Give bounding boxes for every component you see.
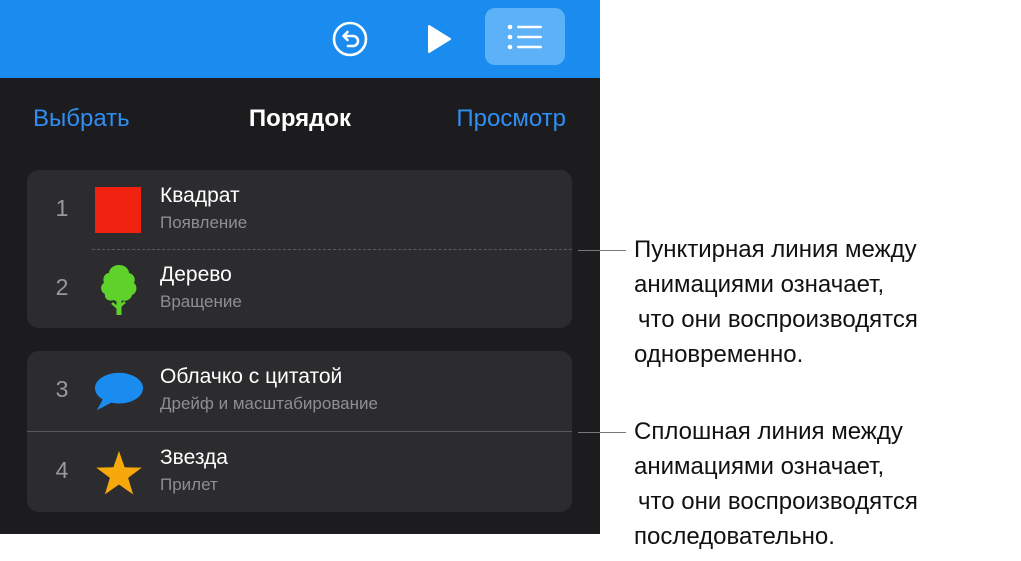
callout-line: что они воспроизводятся: [638, 306, 918, 333]
speech-bubble-icon: [94, 367, 144, 417]
callout-dashed-explanation: Пунктирная линия между анимациями означа…: [634, 232, 918, 372]
animation-row[interactable]: 4 Звезда Прилет: [27, 432, 572, 512]
animation-row[interactable]: 1 Квадрат Появление: [27, 170, 572, 250]
animation-effect: Вращение: [160, 292, 242, 311]
star-icon: [94, 448, 144, 498]
animation-group-simultaneous: 1 Квадрат Появление 2 Дерево Вращение: [27, 170, 572, 328]
callout-leader-line: [578, 250, 626, 251]
animation-effect: Дрейф и масштабирование: [160, 394, 378, 413]
animation-number: 4: [55, 457, 69, 483]
animation-number: 3: [55, 376, 69, 402]
animation-name: Облачко с цитатой: [160, 365, 343, 388]
callout-leader-line: [578, 432, 626, 433]
callout-line: Пунктирная линия между: [634, 236, 917, 263]
callout-line: одновременно.: [634, 341, 804, 368]
callout-line: последовательно.: [634, 523, 835, 550]
animation-row[interactable]: 2 Дерево Вращение: [27, 249, 572, 329]
animation-number: 1: [55, 195, 69, 221]
callout-line: анимациями означает,: [634, 271, 885, 298]
callout-line: что они воспроизводятся: [638, 488, 918, 515]
callout-line: анимациями означает,: [634, 453, 885, 480]
animation-effect: Появление: [160, 213, 248, 232]
toolbar: [0, 0, 600, 78]
animation-name: Дерево: [160, 263, 232, 286]
animation-row[interactable]: 3 Облачко с цитатой Дрейф и масштабирова…: [27, 351, 572, 431]
red-square-icon: [94, 186, 144, 236]
animation-effect: Прилет: [160, 475, 218, 494]
animation-name: Квадрат: [160, 184, 240, 207]
animation-number: 2: [55, 274, 69, 300]
undo-icon: [332, 21, 368, 57]
tree-icon: [94, 265, 144, 315]
callout-line: Сплошная линия между: [634, 418, 903, 445]
list-icon: [507, 24, 542, 49]
animation-group-sequential: 3 Облачко с цитатой Дрейф и масштабирова…: [27, 351, 572, 512]
play-button[interactable]: [418, 19, 458, 59]
callout-solid-explanation: Сплошная линия между анимациями означает…: [634, 414, 918, 554]
animation-order-panel: Выбрать Порядок Просмотр 1 Квадрат Появл…: [0, 0, 600, 534]
preview-button[interactable]: Просмотр: [456, 104, 566, 134]
animation-list-button[interactable]: [485, 8, 565, 65]
play-icon: [428, 25, 451, 53]
undo-button[interactable]: [330, 19, 370, 59]
animation-name: Звезда: [160, 446, 228, 469]
